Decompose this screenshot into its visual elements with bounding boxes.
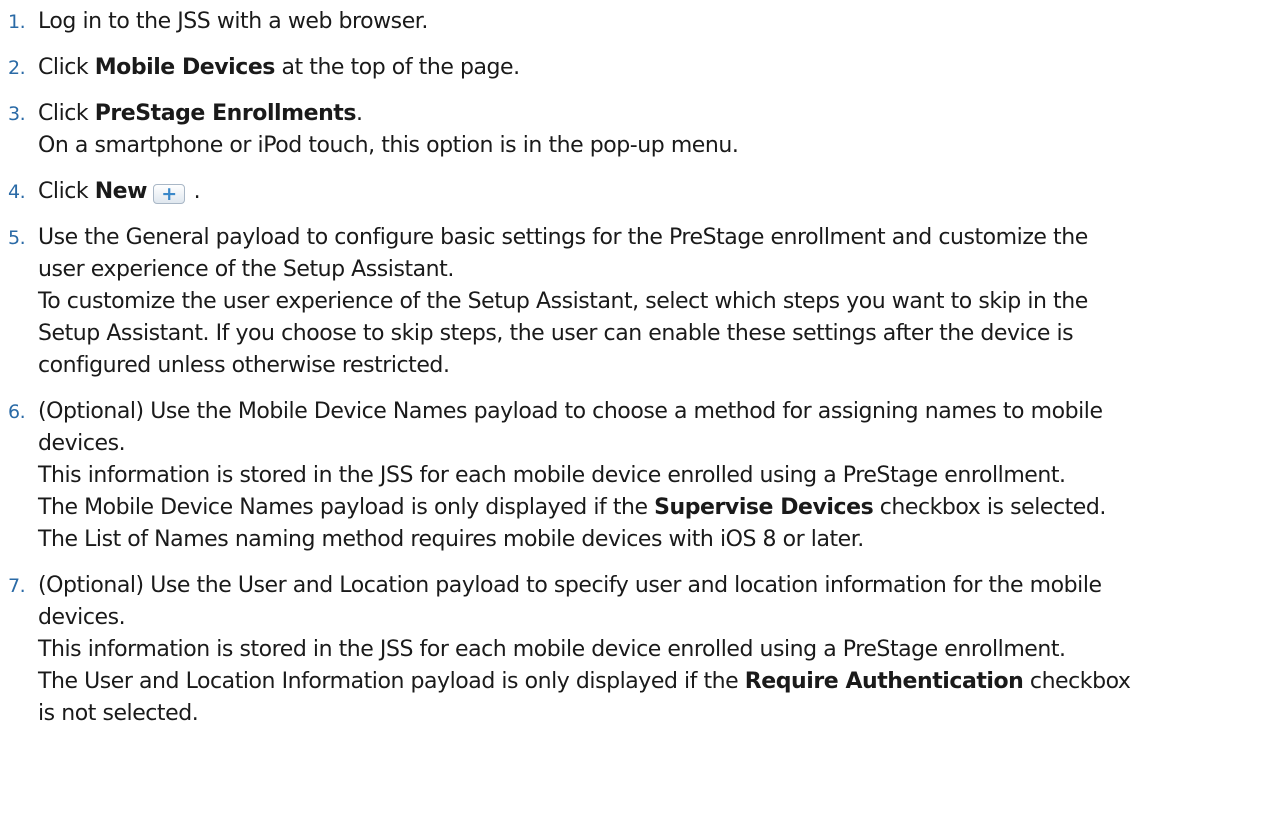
step-text-line: (Optional) Use the Mobile Device Names p…	[38, 399, 1103, 424]
step-note: On a smartphone or iPod touch, this opti…	[38, 133, 739, 158]
document-body: 1. Log in to the JSS with a web browser.…	[0, 0, 1273, 730]
step-note-prefix: The User and Location Information payloa…	[38, 669, 745, 694]
plus-icon: +	[153, 184, 186, 204]
ui-term-supervise-devices: Supervise Devices	[654, 495, 874, 520]
step-note-line: configured unless otherwise restricted.	[38, 353, 450, 378]
step-number: 7.	[8, 575, 26, 597]
step-content: (Optional) Use the User and Location pay…	[38, 570, 1249, 730]
step-text-prefix: Click	[38, 101, 95, 126]
step-6: 6. (Optional) Use the Mobile Device Name…	[8, 396, 1249, 556]
step-note-line: The List of Names naming method requires…	[38, 527, 864, 552]
step-number: 2.	[8, 57, 26, 79]
step-number: 4.	[8, 181, 26, 203]
step-2: 2. Click Mobile Devices at the top of th…	[8, 52, 1249, 84]
step-text-line: devices.	[38, 431, 126, 456]
step-number: 5.	[8, 227, 26, 249]
step-note-line: is not selected.	[38, 701, 199, 726]
step-text: Click Mobile Devices at the top of the p…	[38, 52, 1249, 84]
step-note-line: Setup Assistant. If you choose to skip s…	[38, 321, 1074, 346]
step-note-line: This information is stored in the JSS fo…	[38, 463, 1066, 488]
step-note-prefix: The Mobile Device Names payload is only …	[38, 495, 655, 520]
step-note-suffix: checkbox	[1023, 669, 1131, 694]
step-content: Click Mobile Devices at the top of the p…	[38, 52, 1249, 84]
step-content: (Optional) Use the Mobile Device Names p…	[38, 396, 1249, 556]
step-content: Log in to the JSS with a web browser.	[38, 6, 1249, 38]
step-text-line: user experience of the Setup Assistant.	[38, 257, 454, 282]
step-text: Log in to the JSS with a web browser.	[38, 9, 428, 34]
procedure-steps: 1. Log in to the JSS with a web browser.…	[8, 6, 1249, 730]
step-number: 1.	[8, 11, 26, 33]
step-number: 3.	[8, 103, 26, 125]
step-note-line: To customize the user experience of the …	[38, 289, 1088, 314]
step-note-line: The User and Location Information payloa…	[38, 666, 1249, 698]
step-4: 4. Click New + .	[8, 176, 1249, 208]
step-7: 7. (Optional) Use the User and Location …	[8, 570, 1249, 730]
step-3: 3. Click PreStage Enrollments. On a smar…	[8, 98, 1249, 162]
step-text-suffix: .	[356, 101, 363, 126]
step-content: Click PreStage Enrollments. On a smartph…	[38, 98, 1249, 162]
step-text: Click New + .	[38, 176, 1249, 208]
step-text-suffix: .	[187, 179, 201, 204]
step-note-line: This information is stored in the JSS fo…	[38, 637, 1066, 662]
step-5: 5. Use the General payload to configure …	[8, 222, 1249, 382]
step-note-line: The Mobile Device Names payload is only …	[38, 492, 1249, 524]
step-text: Click PreStage Enrollments.	[38, 98, 1249, 130]
ui-term-require-authentication: Require Authentication	[744, 669, 1024, 694]
step-text-suffix: at the top of the page.	[274, 55, 521, 80]
step-content: Click New + .	[38, 176, 1249, 208]
step-number: 6.	[8, 401, 26, 423]
ui-term-mobile-devices: Mobile Devices	[94, 55, 276, 80]
step-note-suffix: checkbox is selected.	[873, 495, 1107, 520]
ui-term-new: New	[94, 179, 148, 204]
step-text-line: (Optional) Use the User and Location pay…	[38, 573, 1102, 598]
ui-term-prestage-enrollments: PreStage Enrollments	[94, 101, 357, 126]
step-content: Use the General payload to configure bas…	[38, 222, 1249, 382]
step-text-line: Use the General payload to configure bas…	[38, 225, 1088, 250]
step-text-prefix: Click	[38, 179, 95, 204]
step-1: 1. Log in to the JSS with a web browser.	[8, 6, 1249, 38]
step-text-line: devices.	[38, 605, 126, 630]
step-text-prefix: Click	[38, 55, 95, 80]
